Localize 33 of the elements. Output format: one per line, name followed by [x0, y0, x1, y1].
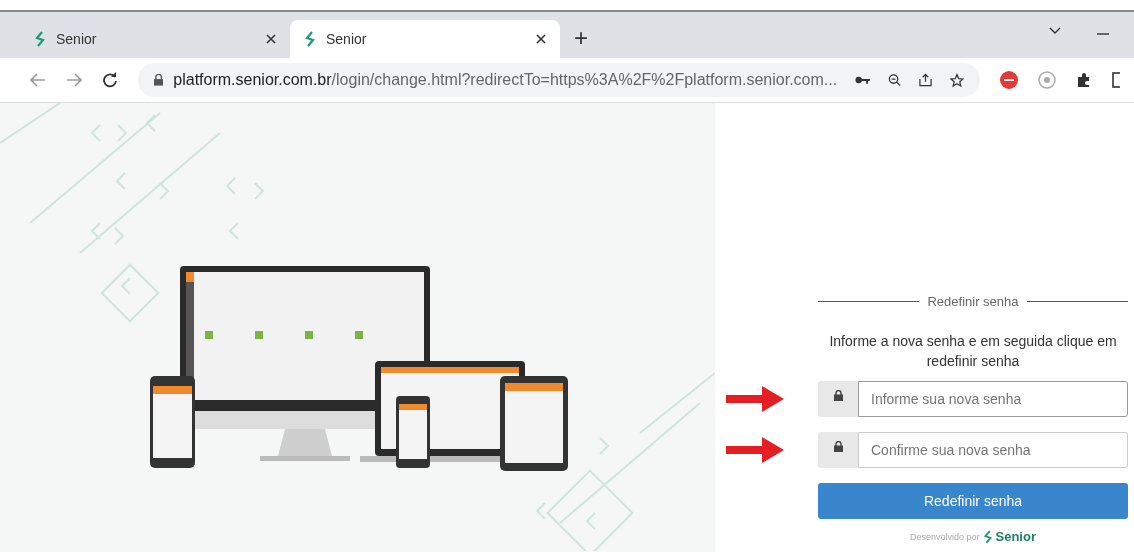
key-icon[interactable]	[855, 76, 871, 84]
browser-tab[interactable]: Senior	[20, 20, 290, 58]
url-text: platform.senior.com.br/login/change.html?redirectTo=https%3A%2F%2Fplatform.senior.com...	[173, 71, 838, 89]
lock-icon	[818, 381, 858, 417]
arrow-icon	[726, 384, 784, 414]
brand-name: Senior	[995, 529, 1036, 544]
chevron-down-icon[interactable]	[1048, 26, 1062, 36]
arrow-icon	[726, 435, 784, 465]
password-field[interactable]: Informe sua nova senha	[858, 381, 1128, 417]
extension-icon[interactable]	[1000, 71, 1018, 89]
address-bar[interactable]: platform.senior.com.br/login/change.html?redirectTo=https%3A%2F%2Fplatform.senior.com...	[138, 63, 980, 97]
reload-icon[interactable]	[102, 72, 118, 88]
zoom-out-icon[interactable]	[888, 73, 902, 87]
share-icon[interactable]	[919, 73, 933, 87]
submit-button[interactable]: Redefinir senha	[818, 483, 1128, 519]
browser-tab[interactable]: Senior	[290, 20, 560, 58]
minimize-icon[interactable]	[1096, 32, 1110, 36]
logo-icon	[34, 31, 46, 47]
lock-icon	[818, 432, 858, 468]
lock-icon	[154, 74, 164, 86]
instructions-text: Informe a nova senha e em seguida clique em redefinir senha	[828, 332, 1118, 371]
form-heading: Redefinir senha	[927, 294, 1019, 309]
forward-arrow-icon[interactable]	[66, 73, 82, 87]
back-arrow-icon[interactable]	[30, 73, 46, 87]
star-icon[interactable]	[950, 72, 964, 88]
logo-icon	[982, 529, 993, 544]
close-icon[interactable]	[536, 34, 546, 44]
close-icon[interactable]	[266, 34, 276, 44]
new-tab-button[interactable]: +	[574, 24, 588, 52]
footer-text: Desenvolvido por	[910, 531, 980, 542]
logo-icon	[304, 31, 316, 47]
puzzle-icon[interactable]	[1076, 72, 1092, 88]
password-field[interactable]: Confirme sua nova senha	[858, 432, 1128, 468]
